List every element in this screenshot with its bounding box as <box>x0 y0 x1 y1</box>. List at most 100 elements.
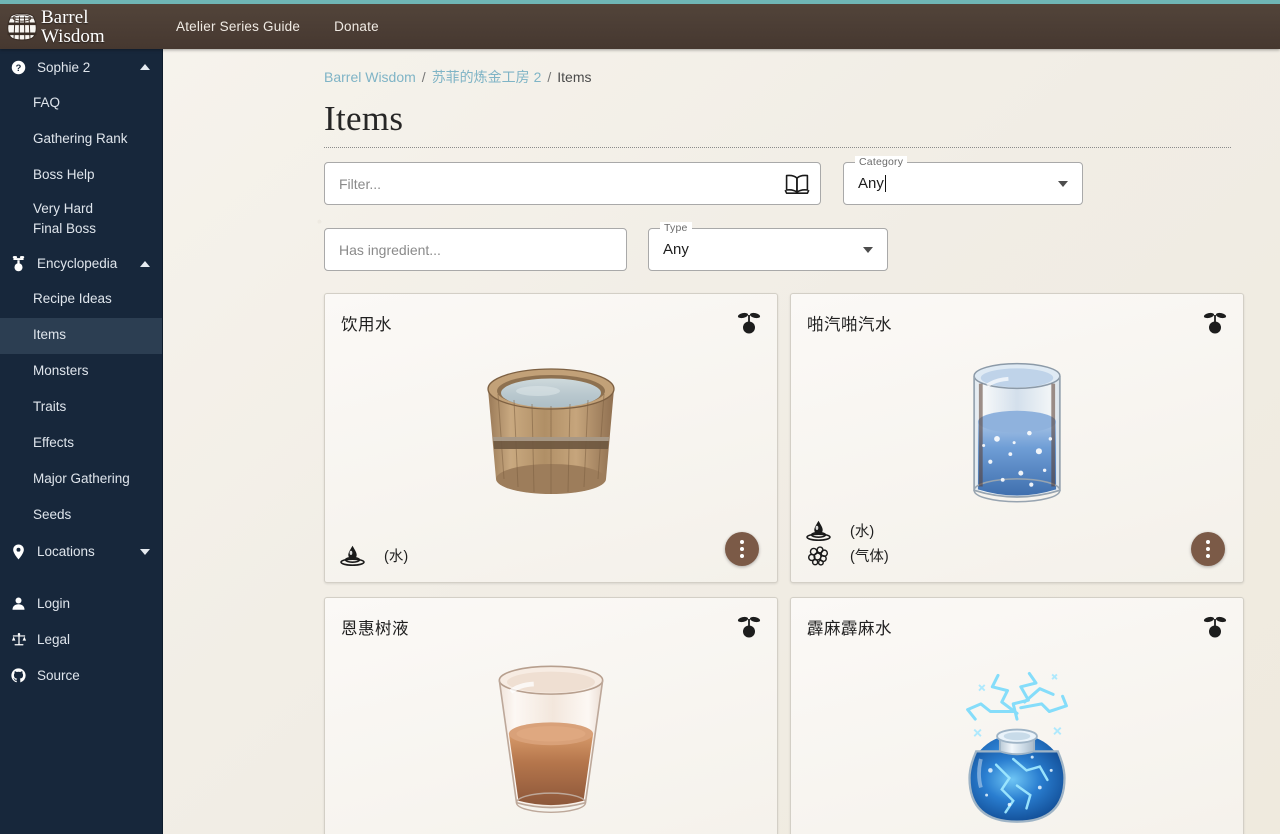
sprout-icon[interactable] <box>737 614 761 640</box>
sidebar-item-label: Login <box>37 596 71 611</box>
category-select[interactable]: Category Any <box>843 156 1083 205</box>
item-tag: (水) <box>339 543 408 568</box>
github-icon <box>10 667 27 684</box>
sidebar-item-source[interactable]: Source <box>0 658 162 694</box>
app-header: Barrel Wisdom Atelier Series Guide Donat… <box>0 4 1280 49</box>
type-select[interactable]: Type Any <box>648 222 888 271</box>
chevron-down-icon[interactable] <box>863 246 873 253</box>
item-card-title: 恩惠树液 <box>341 620 409 638</box>
item-card-tags: (水) <box>805 518 889 568</box>
breadcrumb-link-game[interactable]: 苏菲的炼金工房 2 <box>432 67 542 87</box>
sidebar-group-label: Encyclopedia <box>37 256 118 271</box>
item-artwork-sparkling-water-glass <box>791 338 1243 534</box>
text-cursor <box>884 175 886 192</box>
sidebar-item-monsters[interactable]: Monsters <box>0 354 162 390</box>
sidebar-group-locations[interactable]: Locations <box>0 534 162 570</box>
user-icon <box>10 595 27 612</box>
sidebar-item-label: FAQ <box>33 94 61 110</box>
sidebar-item-label: Boss Help <box>33 166 95 182</box>
breadcrumb-separator: / <box>547 69 552 85</box>
item-card-more-button[interactable] <box>1191 532 1225 566</box>
breadcrumb-link-root[interactable]: Barrel Wisdom <box>324 69 416 85</box>
scales-icon <box>10 631 27 648</box>
items-grid: 饮用水 (水) 啪汽啪汽水 (水) (气体) 恩惠树液 霹麻霹麻水 <box>324 293 1244 834</box>
type-legend: Type <box>660 222 692 234</box>
sidebar-item-label: Source <box>37 668 80 683</box>
sidebar-item-boss-help[interactable]: Boss Help <box>0 157 162 193</box>
chevron-down-icon <box>140 548 150 555</box>
search-input[interactable]: Filter... <box>324 162 821 205</box>
sidebar-item-label: Traits <box>33 399 67 415</box>
item-tag: (气体) <box>805 543 889 568</box>
water-drop-icon <box>805 520 831 542</box>
sidebar-item-effects[interactable]: Effects <box>0 426 162 462</box>
question-circle-icon: ? <box>10 59 27 76</box>
breadcrumb-current: Items <box>557 69 592 85</box>
sidebar-group-sophie-2[interactable]: ? Sophie 2 <box>0 49 162 85</box>
page-title: Items <box>324 99 404 138</box>
breadcrumb: Barrel Wisdom / 苏菲的炼金工房 2 / Items <box>324 67 1238 87</box>
sidebar-item-seeds[interactable]: Seeds <box>0 498 162 534</box>
more-vertical-icon-dot <box>740 554 744 558</box>
more-vertical-icon-dot <box>740 547 744 551</box>
item-card-more-button[interactable] <box>725 532 759 566</box>
title-divider <box>324 147 1231 148</box>
filters-toolbar: Filter... Category Any Has ingredient...… <box>324 156 1167 271</box>
sidebar-item-label: Very Hard Final Boss <box>33 201 97 237</box>
item-artwork-wooden-bucket <box>325 338 777 534</box>
sidebar-item-faq[interactable]: FAQ <box>0 85 162 121</box>
item-artwork-amber-sap-glass <box>325 642 777 834</box>
item-card-title: 啪汽啪汽水 <box>807 316 892 334</box>
sidebar-divider-spacer <box>0 570 162 586</box>
item-tag-label: (水) <box>850 524 875 540</box>
sidebar-item-major-gathering[interactable]: Major Gathering <box>0 462 162 498</box>
brand-logo[interactable]: Barrel Wisdom <box>0 8 152 46</box>
sidebar-item-label: Recipe Ideas <box>33 291 112 307</box>
more-vertical-icon-dot <box>740 540 744 544</box>
flask-icon <box>10 255 27 272</box>
sidebar-item-traits[interactable]: Traits <box>0 390 162 426</box>
brand-line-1: Barrel <box>41 6 89 28</box>
sidebar-item-login[interactable]: Login <box>0 586 162 622</box>
item-card[interactable]: 饮用水 (水) <box>324 293 778 583</box>
chevron-up-icon <box>140 260 150 267</box>
sidebar: ? Sophie 2 FAQ Gathering Rank Boss Help … <box>0 49 163 834</box>
item-card[interactable]: 霹麻霹麻水 <box>790 597 1244 834</box>
sidebar-item-items[interactable]: Items <box>0 317 162 354</box>
item-card[interactable]: 恩惠树液 <box>324 597 778 834</box>
top-accent-bar <box>0 0 1280 4</box>
sidebar-item-label: Items <box>33 327 67 343</box>
sidebar-item-gathering-rank[interactable]: Gathering Rank <box>0 121 162 157</box>
sidebar-group-encyclopedia[interactable]: Encyclopedia <box>0 246 162 282</box>
sidebar-item-label: Effects <box>33 435 75 451</box>
ingredient-input[interactable]: Has ingredient... <box>324 228 627 271</box>
main-content: Barrel Wisdom / 苏菲的炼金工房 2 / Items Items … <box>163 49 1280 834</box>
sprout-icon[interactable] <box>1203 614 1227 640</box>
sidebar-group-label: Locations <box>37 544 95 559</box>
item-artwork-electric-blue-flask <box>791 642 1243 834</box>
type-value: Any <box>663 241 689 258</box>
water-drop-icon <box>339 545 365 567</box>
sprout-icon[interactable] <box>1203 310 1227 336</box>
nav-link-donate[interactable]: Donate <box>334 19 379 34</box>
more-vertical-icon-dot <box>1206 540 1210 544</box>
sidebar-item-recipe-ideas[interactable]: Recipe Ideas <box>0 282 162 318</box>
barrel-icon <box>6 10 38 44</box>
chevron-up-icon <box>140 64 150 70</box>
nav-link-atelier-series-guide[interactable]: Atelier Series Guide <box>176 19 300 34</box>
sidebar-item-very-hard-final-boss[interactable]: Very Hard Final Boss <box>0 193 162 246</box>
more-vertical-icon-dot <box>1206 554 1210 558</box>
sidebar-item-label: Major Gathering <box>33 471 130 487</box>
svg-text:?: ? <box>16 62 22 72</box>
sidebar-group-label: Sophie 2 <box>37 59 91 75</box>
item-card-tags: (水) <box>339 543 408 568</box>
sprout-icon[interactable] <box>737 310 761 336</box>
item-card[interactable]: 啪汽啪汽水 (水) (气体) <box>790 293 1244 583</box>
sidebar-item-label: Gathering Rank <box>33 130 128 146</box>
sidebar-item-legal[interactable]: Legal <box>0 622 162 658</box>
item-tag-label: (水) <box>384 549 409 565</box>
book-icon[interactable] <box>784 172 810 196</box>
chevron-down-icon[interactable] <box>1058 180 1068 187</box>
item-tag: (水) <box>805 518 889 543</box>
gas-cloud-icon <box>805 545 831 567</box>
